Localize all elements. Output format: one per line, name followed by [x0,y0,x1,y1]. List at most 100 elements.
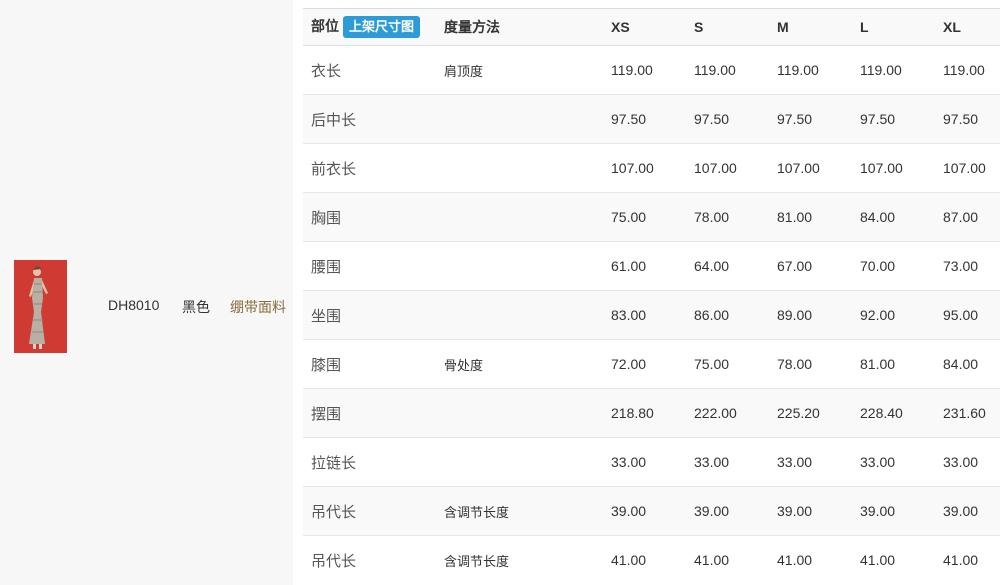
size-value-cell: 84.00 [852,192,935,242]
size-chart-table: 部位 上架尺寸图 度量方法 XS S M L XL 衣长 肩顶度 119.00 119.… [303,8,1000,585]
measurement-part: 吊代长 [303,486,436,536]
size-value-cell: 33.00 [935,437,1000,487]
size-value-cell: 33.00 [686,437,769,487]
header-size-s: S [686,8,769,46]
size-value-cell: 78.00 [686,192,769,242]
size-value-cell: 84.00 [935,339,1000,389]
header-size-l: L [852,8,935,46]
table-row: 胸围 75.00 78.00 81.00 84.00 87.00 [303,192,1000,242]
measurement-part: 前衣长 [303,143,436,193]
measurement-part: 后中长 [303,94,436,144]
size-value-cell: 39.00 [686,486,769,536]
measurement-part: 膝围 [303,339,436,389]
size-value-cell: 222.00 [686,388,769,438]
header-size-xs: XS [603,8,686,46]
size-value-cell: 119.00 [769,45,852,95]
header-size-xl: XL [935,8,1000,46]
size-value-cell: 61.00 [603,241,686,291]
size-value-cell: 75.00 [686,339,769,389]
header-size-m: M [769,8,852,46]
size-value-cell: 83.00 [603,290,686,340]
size-value-cell: 95.00 [935,290,1000,340]
measurement-method [436,437,603,487]
size-value-cell: 89.00 [769,290,852,340]
measurement-method: 肩顶度 [436,45,603,95]
size-value-cell: 119.00 [603,45,686,95]
size-value-cell: 81.00 [852,339,935,389]
measurement-method: 骨处度 [436,339,603,389]
table-row: 拉链长 33.00 33.00 33.00 33.00 33.00 [303,437,1000,487]
header-method: 度量方法 [436,8,603,46]
size-value-cell: 107.00 [935,143,1000,193]
size-value-cell: 41.00 [852,535,935,585]
size-value-cell: 86.00 [686,290,769,340]
size-value-cell: 41.00 [686,535,769,585]
size-value-cell: 33.00 [769,437,852,487]
table-row: 膝围 骨处度 72.00 75.00 78.00 81.00 84.00 [303,339,1000,389]
model-dress-image [14,260,67,353]
size-value-cell: 225.20 [769,388,852,438]
size-value-cell: 75.00 [603,192,686,242]
table-row: 衣长 肩顶度 119.00 119.00 119.00 119.00 119.00 [303,45,1000,95]
size-value-cell: 81.00 [769,192,852,242]
size-value-cell: 97.50 [603,94,686,144]
size-value-cell: 218.80 [603,388,686,438]
size-value-cell: 107.00 [603,143,686,193]
table-row: 前衣长 107.00 107.00 107.00 107.00 107.00 [303,143,1000,193]
table-row: 摆围 218.80 222.00 225.20 228.40 231.60 [303,388,1000,438]
size-chart-header-row: 部位 上架尺寸图 度量方法 XS S M L XL [303,8,1000,46]
measurement-part: 胸围 [303,192,436,242]
size-value-cell: 41.00 [935,535,1000,585]
size-value-cell: 70.00 [852,241,935,291]
size-value-cell: 72.00 [603,339,686,389]
size-value-cell: 97.50 [686,94,769,144]
measurement-method [436,192,603,242]
table-row: 吊代长 含调节长度 39.00 39.00 39.00 39.00 39.00 [303,486,1000,536]
measurement-method [436,241,603,291]
size-value-cell: 87.00 [935,192,1000,242]
measurement-method [436,94,603,144]
measurement-part: 衣长 [303,45,436,95]
measurement-part: 拉链长 [303,437,436,487]
size-value-cell: 119.00 [935,45,1000,95]
product-code: DH8010 [108,297,160,313]
measurement-method [436,388,603,438]
size-value-cell: 33.00 [852,437,935,487]
size-value-cell: 107.00 [686,143,769,193]
size-value-cell: 119.00 [852,45,935,95]
measurement-method: 含调节长度 [436,535,603,585]
size-value-cell: 41.00 [769,535,852,585]
size-value-cell: 39.00 [935,486,1000,536]
size-value-cell: 64.00 [686,241,769,291]
size-chart-body: 衣长 肩顶度 119.00 119.00 119.00 119.00 119.00 后中长 97… [303,45,1000,585]
table-row: 后中长 97.50 97.50 97.50 97.50 97.50 [303,94,1000,144]
measurement-part: 吊代长 [303,535,436,585]
size-value-cell: 107.00 [852,143,935,193]
size-value-cell: 119.00 [686,45,769,95]
size-value-cell: 39.00 [603,486,686,536]
size-value-cell: 97.50 [852,94,935,144]
size-value-cell: 78.00 [769,339,852,389]
size-value-cell: 92.00 [852,290,935,340]
size-value-cell: 39.00 [769,486,852,536]
product-thumbnail[interactable] [14,260,67,353]
product-material-link[interactable]: 绷带面料 [230,297,286,317]
header-part-label: 部位 [311,17,339,34]
size-value-cell: 39.00 [852,486,935,536]
upload-size-chart-button[interactable]: 上架尺寸图 [343,16,421,39]
measurement-part: 腰围 [303,241,436,291]
size-value-cell: 33.00 [603,437,686,487]
size-value-cell: 41.00 [603,535,686,585]
measurement-method [436,290,603,340]
size-value-cell: 97.50 [935,94,1000,144]
size-value-cell: 228.40 [852,388,935,438]
measurement-part: 坐围 [303,290,436,340]
product-info-panel: DH8010 黑色 绷带面料 [0,0,293,585]
size-value-cell: 97.50 [769,94,852,144]
table-row: 坐围 83.00 86.00 89.00 92.00 95.00 [303,290,1000,340]
size-value-cell: 107.00 [769,143,852,193]
header-part: 部位 上架尺寸图 [303,8,436,46]
size-value-cell: 67.00 [769,241,852,291]
product-color: 黑色 [182,299,210,315]
measurement-method: 含调节长度 [436,486,603,536]
